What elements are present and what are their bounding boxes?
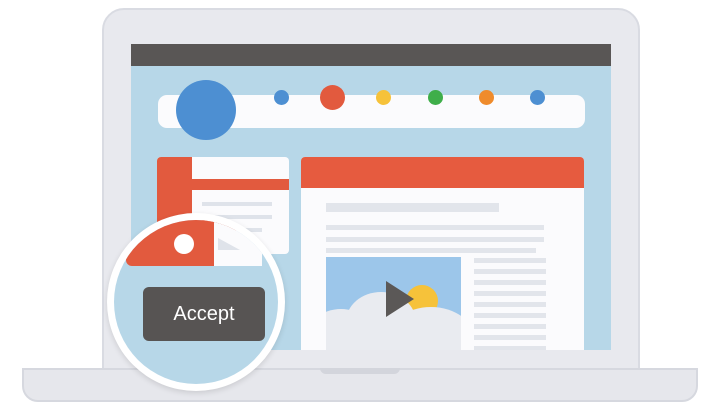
avatar[interactable] bbox=[176, 80, 236, 140]
nav-dot[interactable] bbox=[479, 90, 494, 105]
text-line bbox=[474, 269, 546, 274]
nav-dot[interactable] bbox=[320, 85, 345, 110]
text-line bbox=[474, 313, 546, 318]
play-icon[interactable] bbox=[386, 281, 414, 317]
magnifier-lens: Accept bbox=[107, 213, 285, 391]
magnified-view: Accept bbox=[114, 220, 278, 384]
nav-dot[interactable] bbox=[530, 90, 545, 105]
text-line bbox=[474, 324, 546, 329]
article-title bbox=[326, 203, 499, 212]
text-line bbox=[326, 248, 536, 253]
toggle-dot-icon bbox=[174, 234, 194, 254]
nav-dot[interactable] bbox=[428, 90, 443, 105]
magnified-card-edge bbox=[202, 220, 214, 266]
text-line bbox=[326, 225, 544, 230]
video-thumbnail[interactable] bbox=[326, 257, 461, 350]
cloud-base bbox=[326, 335, 461, 350]
text-line bbox=[474, 335, 546, 340]
article-card bbox=[301, 157, 584, 350]
side-card-header bbox=[192, 179, 289, 190]
text-line bbox=[474, 302, 546, 307]
laptop-base-notch bbox=[320, 368, 400, 374]
article-header bbox=[301, 157, 584, 188]
triangle-icon bbox=[218, 238, 240, 250]
text-line bbox=[474, 280, 546, 285]
text-line bbox=[474, 346, 546, 350]
text-line bbox=[202, 202, 272, 206]
accept-button[interactable]: Accept bbox=[143, 287, 265, 341]
text-line bbox=[326, 237, 544, 242]
window-title-bar bbox=[131, 44, 611, 66]
text-line bbox=[474, 258, 546, 263]
nav-dot[interactable] bbox=[376, 90, 391, 105]
text-line bbox=[474, 291, 546, 296]
nav-dot[interactable] bbox=[274, 90, 289, 105]
